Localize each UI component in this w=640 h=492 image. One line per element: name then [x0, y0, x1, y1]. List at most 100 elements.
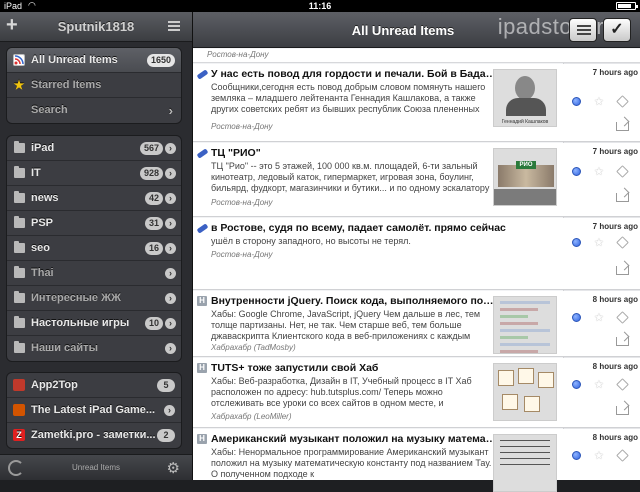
chevron-right-icon[interactable]: ›: [165, 293, 176, 304]
list-item[interactable]: H Внутренности jQuery. Поиск кода, выпол…: [193, 291, 640, 357]
unread-dot-icon[interactable]: [572, 167, 581, 176]
share-icon[interactable]: [616, 193, 629, 202]
star-toggle-icon[interactable]: ★: [594, 449, 604, 462]
share-icon[interactable]: [616, 122, 629, 131]
share-icon[interactable]: [616, 266, 629, 275]
chevron-right-icon[interactable]: ›: [165, 343, 176, 354]
chevron-right-icon[interactable]: ›: [165, 243, 176, 254]
article-time: 7 hours ago: [592, 222, 638, 231]
article-snippet: Сообщники,сегодня есть повод добрым слов…: [211, 82, 486, 114]
folder-label: IT: [31, 167, 41, 179]
refresh-icon[interactable]: [8, 460, 24, 476]
watermark: ipadstory.ru: [497, 14, 617, 39]
chevron-right-icon[interactable]: ›: [165, 268, 176, 279]
sidebar-header: + Sputnik1818: [0, 12, 192, 42]
list-item[interactable]: H Американский музыкант положил на музык…: [193, 429, 640, 492]
footer-filter-label: Unread Items: [71, 463, 121, 472]
unread-dot-icon[interactable]: [572, 451, 581, 460]
sidebar-folder-our-sites[interactable]: Наши сайты ›: [7, 336, 181, 361]
star-toggle-icon[interactable]: ★: [594, 236, 604, 249]
folder-icon: [14, 341, 25, 353]
article-source: Хабрахабр (LeoMiller): [211, 412, 292, 421]
unread-dot-icon[interactable]: [572, 97, 581, 106]
article-title: в Ростове, судя по всему, падает самолёт…: [211, 222, 506, 234]
folder-group: iPad 567 › IT 928 › news 42 › PSP 31 › seo 16 › Th…: [6, 135, 182, 362]
sidebar-folder-news[interactable]: news 42 ›: [7, 186, 181, 211]
sidebar-item-label: Search: [31, 104, 68, 116]
list-view-button[interactable]: [569, 18, 597, 42]
article-time: 8 hours ago: [592, 433, 638, 442]
star-toggle-icon[interactable]: ★: [594, 311, 604, 324]
feed-favicon-icon: [13, 379, 25, 391]
chevron-right-icon[interactable]: ›: [165, 168, 176, 179]
sidebar-folder-seo[interactable]: seo 16 ›: [7, 236, 181, 261]
sidebar-item-all-unread[interactable]: All Unread Items 1650: [7, 48, 181, 73]
sidebar-folder-it[interactable]: IT 928 ›: [7, 161, 181, 186]
tag-icon[interactable]: [616, 95, 629, 108]
chevron-right-icon[interactable]: ›: [165, 218, 176, 229]
list-item[interactable]: ТЦ "РИО" ТЦ "Рио" -- это 5 этажей, 100 0…: [193, 143, 640, 217]
article-time: 7 hours ago: [592, 68, 638, 77]
article-time: 8 hours ago: [592, 362, 638, 371]
sidebar-item-starred[interactable]: ★ Starred Items: [7, 73, 181, 98]
article-title: Американский музыкант положил на музыку …: [211, 433, 497, 445]
sidebar-item-label: Starred Items: [31, 79, 102, 91]
chevron-right-icon[interactable]: ›: [165, 318, 176, 329]
main-header: All Unread Items ipadstory.ru ✓: [193, 12, 640, 48]
habr-icon: H: [197, 434, 207, 444]
share-icon[interactable]: [616, 406, 629, 415]
unread-dot-icon[interactable]: [572, 238, 581, 247]
unread-dot-icon[interactable]: [572, 380, 581, 389]
article-snippet: Хабы: Ненормальное программирование Амер…: [211, 447, 492, 479]
article-thumbnail: РИО: [493, 148, 557, 206]
folder-label: Thai: [31, 267, 54, 279]
star-icon: ★: [13, 78, 25, 92]
list-item[interactable]: У нас есть повод для гордости и печали. …: [193, 64, 640, 142]
sidebar-folder-interesting-lj[interactable]: Интересные ЖЖ ›: [7, 286, 181, 311]
mark-all-read-button[interactable]: ✓: [603, 18, 631, 42]
chevron-right-icon[interactable]: ›: [165, 193, 176, 204]
folder-label: seo: [31, 242, 50, 254]
list-item[interactable]: в Ростове, судя по всему, падает самолёт…: [193, 218, 640, 290]
sidebar-folder-ipad[interactable]: iPad 567 ›: [7, 136, 181, 161]
sidebar-feed-zametki[interactable]: Z Zametki.pro - заметки... 2: [7, 423, 181, 448]
article-source: Ростов-на-Дону: [211, 198, 273, 207]
sidebar-folder-psp[interactable]: PSP 31 ›: [7, 211, 181, 236]
feed-label: App2Top: [31, 379, 78, 391]
sidebar-footer: Unread Items ⚙: [0, 454, 192, 480]
chevron-right-icon: ›: [168, 103, 173, 118]
folder-count-badge: 31: [144, 217, 163, 230]
chevron-right-icon[interactable]: ›: [164, 405, 175, 416]
article-source: Ростов-на-Дону: [211, 122, 273, 131]
article-source: Хабрахабр (TadMosby): [211, 343, 296, 352]
tag-icon[interactable]: [616, 311, 629, 324]
list-item[interactable]: H TUTS+ тоже запустили свой Хаб Хабы: Ве…: [193, 358, 640, 428]
feed-favicon-icon: [13, 404, 25, 416]
gear-icon[interactable]: ⚙: [167, 459, 180, 477]
article-time: 7 hours ago: [592, 147, 638, 156]
folder-count-badge: 42: [144, 192, 163, 205]
sidebar-item-search[interactable]: Search ›: [7, 98, 181, 123]
tag-icon[interactable]: [616, 236, 629, 249]
sidebar-folder-board-games[interactable]: Настольные игры 10 ›: [7, 311, 181, 336]
sidebar-feed-latest-ipad-games[interactable]: The Latest iPad Game... ›: [7, 398, 181, 423]
tag-icon[interactable]: [616, 378, 629, 391]
sidebar-folder-thai[interactable]: Thai ›: [7, 261, 181, 286]
share-icon[interactable]: [616, 337, 629, 346]
chevron-right-icon[interactable]: ›: [165, 143, 176, 154]
star-toggle-icon[interactable]: ★: [594, 378, 604, 391]
tag-icon[interactable]: [616, 449, 629, 462]
tag-icon[interactable]: [616, 165, 629, 178]
menu-icon[interactable]: [168, 21, 180, 32]
sidebar-item-label: All Unread Items: [31, 54, 118, 66]
folder-label: PSP: [31, 217, 54, 229]
sidebar-feed-app2top[interactable]: App2Top 5: [7, 373, 181, 398]
article-time: 8 hours ago: [592, 295, 638, 304]
star-toggle-icon[interactable]: ★: [594, 165, 604, 178]
pencil-icon: [196, 69, 209, 80]
unread-dot-icon[interactable]: [572, 313, 581, 322]
article-snippet: Хабы: Веб-разработка, Дизайн в IT, Учебн…: [211, 376, 472, 408]
add-subscription-button[interactable]: +: [6, 15, 18, 35]
star-toggle-icon[interactable]: ★: [594, 95, 604, 108]
feed-favicon-icon: Z: [13, 429, 25, 441]
